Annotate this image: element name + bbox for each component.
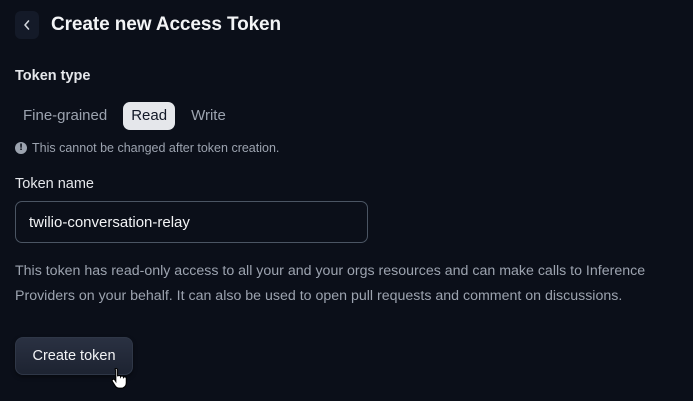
create-token-page: Create new Access Token Token type Fine-… — [0, 0, 693, 401]
info-icon: ! — [15, 142, 27, 154]
token-type-write[interactable]: Write — [183, 102, 234, 130]
token-name-label: Token name — [15, 176, 94, 192]
token-type-fine-grained[interactable]: Fine-grained — [15, 102, 115, 130]
token-name-input[interactable] — [15, 201, 368, 243]
hand-pointer-cursor-icon — [111, 367, 129, 394]
token-type-note-text: This cannot be changed after token creat… — [32, 141, 280, 155]
chevron-left-icon — [22, 19, 32, 31]
back-button[interactable] — [15, 11, 39, 39]
token-type-selector: Fine-grained Read Write — [15, 102, 234, 130]
token-description: This token has read-only access to all y… — [15, 263, 646, 304]
page-header: Create new Access Token — [15, 11, 281, 39]
token-type-note: ! This cannot be changed after token cre… — [15, 141, 279, 155]
token-type-read[interactable]: Read — [123, 102, 176, 130]
token-type-label: Token type — [15, 68, 91, 84]
page-title: Create new Access Token — [51, 14, 282, 35]
